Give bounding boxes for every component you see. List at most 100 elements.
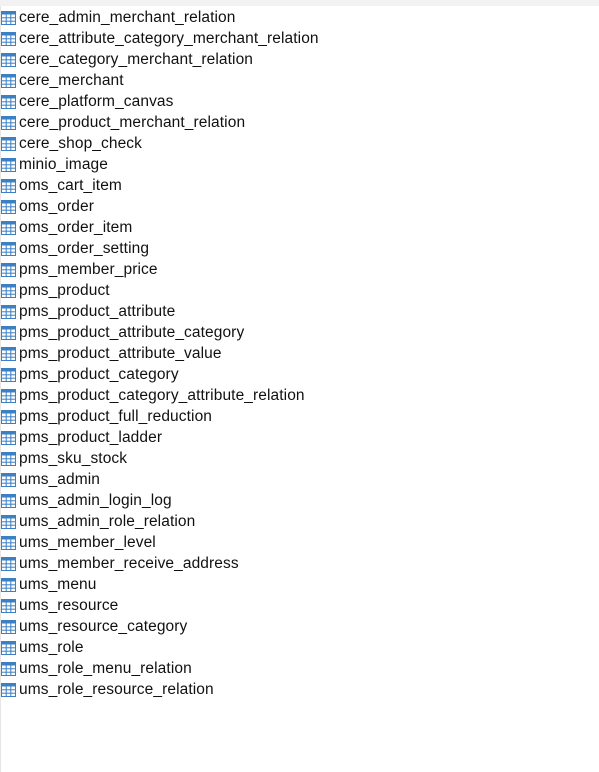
table-name: pms_product_category_attribute_relation: [19, 387, 305, 404]
table-row[interactable]: pms_product_attribute_value: [1, 343, 319, 364]
table-row[interactable]: ums_admin_role_relation: [1, 511, 319, 532]
table-grid-icon: [1, 220, 16, 235]
table-grid-icon: [1, 73, 16, 88]
table-row[interactable]: ums_role_resource_relation: [1, 679, 319, 700]
table-grid-icon: [1, 430, 16, 445]
table-row[interactable]: ums_member_level: [1, 532, 319, 553]
table-grid-icon: [1, 493, 16, 508]
table-grid-icon: [1, 514, 16, 529]
table-row[interactable]: pms_product_full_reduction: [1, 406, 319, 427]
table-grid-icon: [1, 31, 16, 46]
table-name: cere_attribute_category_merchant_relatio…: [19, 30, 319, 47]
table-row[interactable]: pms_product_category_attribute_relation: [1, 385, 319, 406]
table-name: ums_admin: [19, 471, 101, 488]
table-name: pms_product_full_reduction: [19, 408, 213, 425]
table-grid-icon: [1, 388, 16, 403]
table-grid-icon: [1, 262, 16, 277]
table-grid-icon: [1, 640, 16, 655]
table-row[interactable]: cere_admin_merchant_relation: [1, 7, 319, 28]
table-grid-icon: [1, 304, 16, 319]
table-grid-icon: [1, 157, 16, 172]
table-row[interactable]: cere_merchant: [1, 70, 319, 91]
table-name: pms_product: [19, 282, 110, 299]
table-grid-icon: [1, 10, 16, 25]
table-grid-icon: [1, 346, 16, 361]
table-name: pms_product_attribute_category: [19, 324, 245, 341]
table-grid-icon: [1, 325, 16, 340]
table-name: ums_role_resource_relation: [19, 681, 214, 698]
table-row[interactable]: pms_product_attribute_category: [1, 322, 319, 343]
table-name: ums_member_receive_address: [19, 555, 239, 572]
table-grid-icon: [1, 619, 16, 634]
table-grid-icon: [1, 136, 16, 151]
table-name: ums_resource: [19, 597, 119, 614]
table-row[interactable]: pms_sku_stock: [1, 448, 319, 469]
table-name: pms_product_category: [19, 366, 179, 383]
table-grid-icon: [1, 178, 16, 193]
table-row[interactable]: cere_platform_canvas: [1, 91, 319, 112]
table-grid-icon: [1, 52, 16, 67]
table-name: oms_cart_item: [19, 177, 122, 194]
table-grid-icon: [1, 598, 16, 613]
table-row[interactable]: pms_member_price: [1, 259, 319, 280]
table-row[interactable]: ums_role_menu_relation: [1, 658, 319, 679]
table-row[interactable]: cere_category_merchant_relation: [1, 49, 319, 70]
table-name: ums_member_level: [19, 534, 156, 551]
table-row[interactable]: ums_role: [1, 637, 319, 658]
table-name: pms_product_ladder: [19, 429, 163, 446]
table-row[interactable]: oms_order_setting: [1, 238, 319, 259]
table-row[interactable]: cere_shop_check: [1, 133, 319, 154]
table-row[interactable]: ums_member_receive_address: [1, 553, 319, 574]
table-name: minio_image: [19, 156, 108, 173]
table-name: pms_product_attribute_value: [19, 345, 222, 362]
table-grid-icon: [1, 94, 16, 109]
table-row[interactable]: ums_resource: [1, 595, 319, 616]
table-name: cere_platform_canvas: [19, 93, 174, 110]
table-grid-icon: [1, 409, 16, 424]
table-grid-icon: [1, 199, 16, 214]
table-list: cere_admin_merchant_relation cere_attribu…: [1, 7, 319, 700]
table-name: ums_admin_login_log: [19, 492, 172, 509]
table-grid-icon: [1, 577, 16, 592]
table-row[interactable]: pms_product_ladder: [1, 427, 319, 448]
table-name: ums_resource_category: [19, 618, 188, 635]
table-grid-icon: [1, 661, 16, 676]
table-grid-icon: [1, 115, 16, 130]
table-grid-icon: [1, 241, 16, 256]
table-row[interactable]: cere_attribute_category_merchant_relatio…: [1, 28, 319, 49]
table-name: cere_product_merchant_relation: [19, 114, 246, 131]
top-strip: [0, 0, 599, 6]
table-name: cere_category_merchant_relation: [19, 51, 254, 68]
table-row[interactable]: minio_image: [1, 154, 319, 175]
table-row[interactable]: ums_resource_category: [1, 616, 319, 637]
table-name: oms_order: [19, 198, 94, 215]
table-row[interactable]: pms_product_attribute: [1, 301, 319, 322]
table-name: cere_shop_check: [19, 135, 142, 152]
table-name: pms_member_price: [19, 261, 158, 278]
table-grid-icon: [1, 283, 16, 298]
table-grid-icon: [1, 472, 16, 487]
table-row[interactable]: pms_product: [1, 280, 319, 301]
table-name: oms_order_setting: [19, 240, 150, 257]
table-grid-icon: [1, 535, 16, 550]
table-row[interactable]: ums_admin_login_log: [1, 490, 319, 511]
table-name: cere_admin_merchant_relation: [19, 9, 236, 26]
table-grid-icon: [1, 682, 16, 697]
table-row[interactable]: ums_admin: [1, 469, 319, 490]
table-name: ums_menu: [19, 576, 97, 593]
table-grid-icon: [1, 556, 16, 571]
table-row[interactable]: pms_product_category: [1, 364, 319, 385]
table-row[interactable]: oms_cart_item: [1, 175, 319, 196]
table-name: ums_admin_role_relation: [19, 513, 196, 530]
table-grid-icon: [1, 451, 16, 466]
table-name: pms_sku_stock: [19, 450, 128, 467]
table-name: ums_role: [19, 639, 84, 656]
table-name: oms_order_item: [19, 219, 133, 236]
table-name: cere_merchant: [19, 72, 124, 89]
table-row[interactable]: oms_order_item: [1, 217, 319, 238]
table-name: pms_product_attribute: [19, 303, 176, 320]
table-row[interactable]: cere_product_merchant_relation: [1, 112, 319, 133]
table-row[interactable]: ums_menu: [1, 574, 319, 595]
table-row[interactable]: oms_order: [1, 196, 319, 217]
table-grid-icon: [1, 367, 16, 382]
